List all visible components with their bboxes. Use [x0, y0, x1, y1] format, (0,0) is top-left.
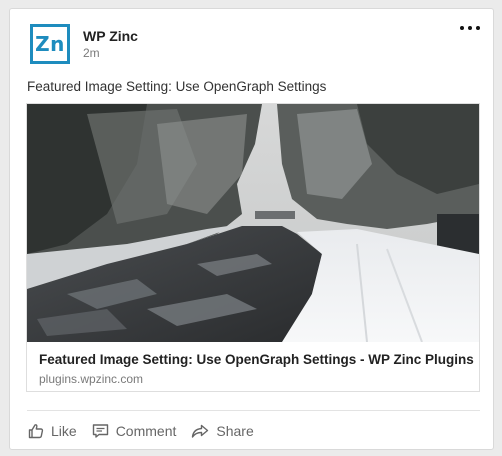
- share-arrow-icon: [192, 424, 209, 438]
- post-card: Zn WP Zinc 2m Featured Image Setting: Us…: [9, 8, 494, 450]
- actions-divider: [27, 410, 480, 411]
- more-horizontal-icon: [460, 26, 464, 30]
- avatar-logo-text: Zn: [35, 32, 65, 56]
- share-button[interactable]: Share: [191, 423, 254, 439]
- comment-button[interactable]: Comment: [92, 423, 177, 439]
- more-dot: [468, 26, 472, 30]
- thumbs-up-icon: [28, 424, 44, 439]
- preview-image[interactable]: [27, 104, 479, 342]
- more-dot: [476, 26, 480, 30]
- more-options-button[interactable]: [457, 18, 483, 38]
- like-button[interactable]: Like: [28, 423, 77, 439]
- link-preview[interactable]: Featured Image Setting: Use OpenGraph Se…: [26, 103, 480, 392]
- post-text: Featured Image Setting: Use OpenGraph Se…: [27, 79, 327, 94]
- author-avatar[interactable]: Zn: [30, 24, 70, 64]
- comment-icon: [92, 424, 108, 438]
- comment-label: Comment: [115, 423, 177, 439]
- share-label: Share: [216, 423, 254, 439]
- preview-domain: plugins.wpzinc.com: [39, 372, 144, 386]
- like-label: Like: [51, 423, 77, 439]
- post-actions: Like Comment Share: [28, 420, 269, 442]
- preview-title[interactable]: Featured Image Setting: Use OpenGraph Se…: [39, 352, 474, 367]
- post-timestamp: 2m: [83, 46, 100, 60]
- author-name[interactable]: WP Zinc: [83, 28, 138, 44]
